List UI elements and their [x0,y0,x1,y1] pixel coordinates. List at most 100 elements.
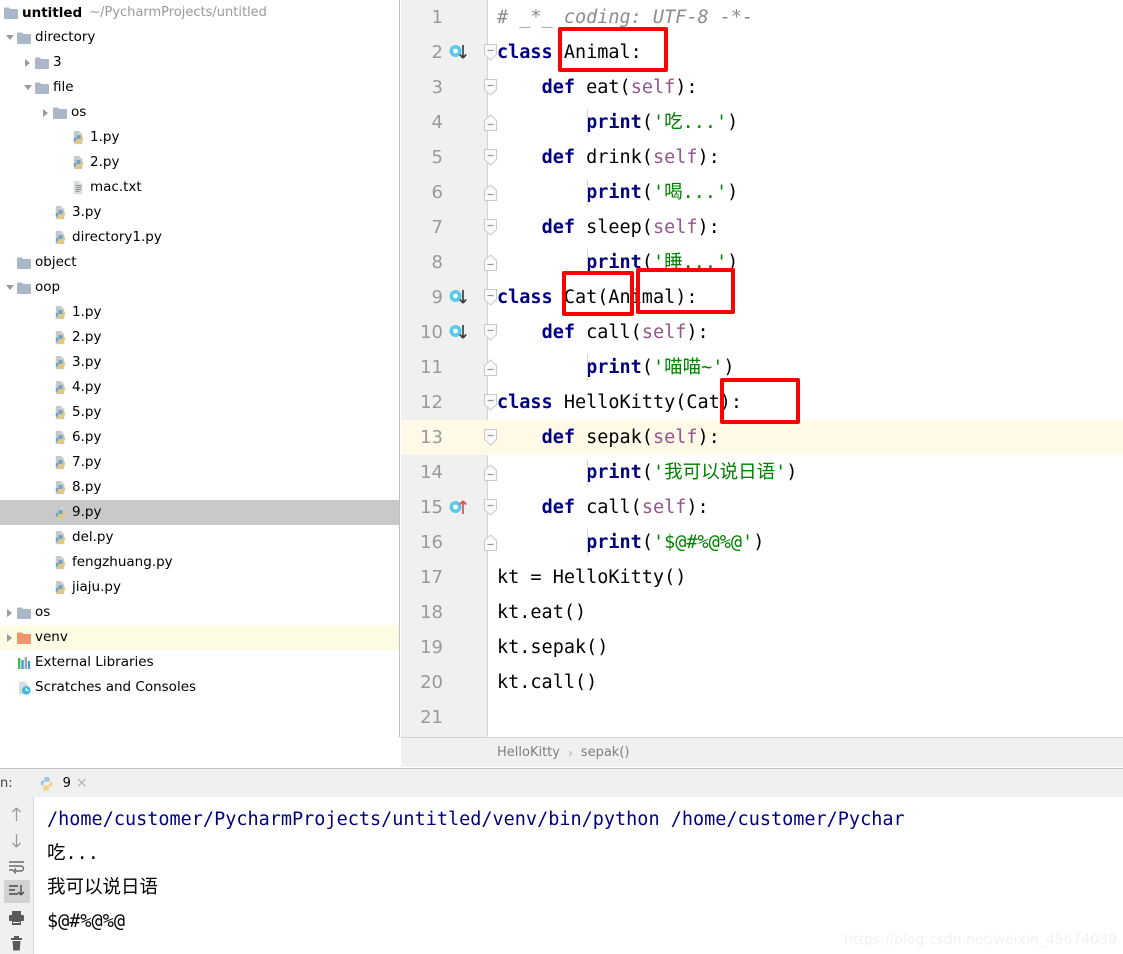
fold-collapse-icon[interactable] [483,394,498,411]
code-text[interactable]: print('我可以说日语') [497,455,797,490]
code-line[interactable]: 5 def drink(self): [401,140,1123,175]
code-text[interactable]: def call(self): [497,315,709,350]
tree-item-4-py[interactable]: 4.py [0,375,399,400]
code-line[interactable]: 15 def call(self): [401,490,1123,525]
code-line[interactable]: 10 def call(self): [401,315,1123,350]
code-line[interactable]: 9 class Cat(Animal): [401,280,1123,315]
code-text[interactable]: def call(self): [497,490,709,525]
tree-item-7-py[interactable]: 7.py [0,450,399,475]
code-text[interactable]: def drink(self): [497,140,720,175]
fold-collapse-icon[interactable] [483,79,498,96]
tree-item-6-py[interactable]: 6.py [0,425,399,450]
code-line[interactable]: 7 def sleep(self): [401,210,1123,245]
code-line[interactable]: 18 kt.eat() [401,595,1123,630]
run-tab-9[interactable]: 9 × [39,775,88,791]
implementation-down-icon[interactable] [449,289,469,307]
console-toolbar[interactable] [0,797,34,954]
project-tree-body[interactable]: directory 3 file os 1.py 2.py mac.txt 3.py direc… [0,25,399,700]
tree-item-3-py[interactable]: 3.py [0,200,399,225]
code-line[interactable]: 21 [401,700,1123,735]
code-editor[interactable]: 1 # _*_ coding: UTF-8 -*- 2 class Animal: 3 … [401,0,1123,737]
tree-item-8-py[interactable]: 8.py [0,475,399,500]
project-root-row[interactable]: untitled ~/PycharmProjects/untitled [0,0,399,25]
code-line[interactable]: 19 kt.sepak() [401,630,1123,665]
code-text[interactable]: # _*_ coding: UTF-8 -*- [497,0,753,35]
project-tree-panel[interactable]: untitled ~/PycharmProjects/untitled dire… [0,0,400,737]
tree-item-directory1-py[interactable]: directory1.py [0,225,399,250]
tree-item-1-py[interactable]: 1.py [0,300,399,325]
code-text[interactable]: kt.sepak() [497,630,608,665]
code-text[interactable]: print('喵喵~') [497,350,734,385]
code-line[interactable]: 2 class Animal: [401,35,1123,70]
tree-item-os[interactable]: os [0,600,399,625]
fold-collapse-icon[interactable] [483,149,498,166]
code-line[interactable]: 14 print('我可以说日语') [401,455,1123,490]
code-line[interactable]: 1 # _*_ coding: UTF-8 -*- [401,0,1123,35]
code-line[interactable]: 13 def sepak(self): [401,420,1123,455]
up-arrow-icon[interactable] [4,803,30,826]
fold-collapse-icon[interactable] [483,289,498,306]
code-text[interactable]: class HelloKitty(Cat): [497,385,742,420]
fold-collapse-icon[interactable] [483,429,498,446]
code-text[interactable]: kt.eat() [497,595,586,630]
fold-collapse-icon[interactable] [483,499,498,516]
code-line[interactable]: 12 class HelloKitty(Cat): [401,385,1123,420]
run-tool-window[interactable]: n: 9 × /home/customer/PycharmProjects/un… [0,768,1123,954]
scroll-to-end-icon[interactable] [3,880,30,904]
code-text[interactable]: def sepak(self): [497,420,720,455]
code-text[interactable]: def eat(self): [497,70,698,105]
code-line[interactable]: 6 print('喝...') [401,175,1123,210]
code-text[interactable]: class Cat(Animal): [497,280,698,315]
fold-region-end-icon[interactable] [483,534,498,551]
implementation-down-icon[interactable] [449,44,469,62]
fold-collapse-icon[interactable] [483,44,498,61]
chevron-right-icon[interactable] [40,106,53,119]
tree-item-oop[interactable]: oop [0,275,399,300]
fold-collapse-icon[interactable] [483,324,498,341]
code-line[interactable]: 20 kt.call() [401,665,1123,700]
tree-item-venv[interactable]: venv [0,625,399,650]
chevron-right-icon[interactable] [4,606,17,619]
chevron-right-icon[interactable] [22,56,35,69]
tree-item-jiaju-py[interactable]: jiaju.py [0,575,399,600]
chevron-down-icon[interactable] [4,31,17,44]
run-tab-bar[interactable]: n: 9 × [0,769,1123,797]
fold-region-end-icon[interactable] [483,254,498,271]
code-text[interactable]: print('喝...') [497,175,738,210]
code-text[interactable]: kt.call() [497,665,597,700]
tree-item-9-py[interactable]: 9.py [0,500,399,525]
code-line[interactable]: 17 kt = HelloKitty() [401,560,1123,595]
code-text[interactable]: kt = HelloKitty() [497,560,686,595]
tree-item-object[interactable]: object [0,250,399,275]
tree-item-5-py[interactable]: 5.py [0,400,399,425]
soft-wrap-icon[interactable] [4,855,30,878]
tree-item-scratches-and-consoles[interactable]: Scratches and Consoles [0,675,399,700]
fold-region-end-icon[interactable] [483,359,498,376]
fold-region-end-icon[interactable] [483,464,498,481]
chevron-right-icon[interactable] [4,631,17,644]
breadcrumb[interactable]: HelloKitty › sepak() [401,737,1123,767]
code-text[interactable]: print('吃...') [497,105,738,140]
breadcrumb-method[interactable]: sepak() [581,745,630,760]
chevron-down-icon[interactable] [4,281,17,294]
tree-item-file[interactable]: file [0,75,399,100]
fold-collapse-icon[interactable] [483,219,498,236]
tree-item-directory[interactable]: directory [0,25,399,50]
override-up-icon[interactable] [449,499,469,517]
code-line[interactable]: 16 print('$@#%@%@') [401,525,1123,560]
print-icon[interactable] [4,906,30,929]
fold-region-end-icon[interactable] [483,114,498,131]
chevron-down-icon[interactable] [22,81,35,94]
tree-item-os[interactable]: os [0,100,399,125]
tree-item-3[interactable]: 3 [0,50,399,75]
trash-icon[interactable] [4,932,30,954]
tree-item-mac-txt[interactable]: mac.txt [0,175,399,200]
breadcrumb-class[interactable]: HelloKitty [497,745,560,760]
down-arrow-icon[interactable] [4,829,30,852]
code-lines-container[interactable]: 1 # _*_ coding: UTF-8 -*- 2 class Animal: 3 … [401,0,1123,735]
tree-item-external-libraries[interactable]: External Libraries [0,650,399,675]
fold-region-end-icon[interactable] [483,184,498,201]
code-line[interactable]: 3 def eat(self): [401,70,1123,105]
console-output[interactable]: /home/customer/PycharmProjects/untitled/… [35,797,1123,954]
tree-item-3-py[interactable]: 3.py [0,350,399,375]
